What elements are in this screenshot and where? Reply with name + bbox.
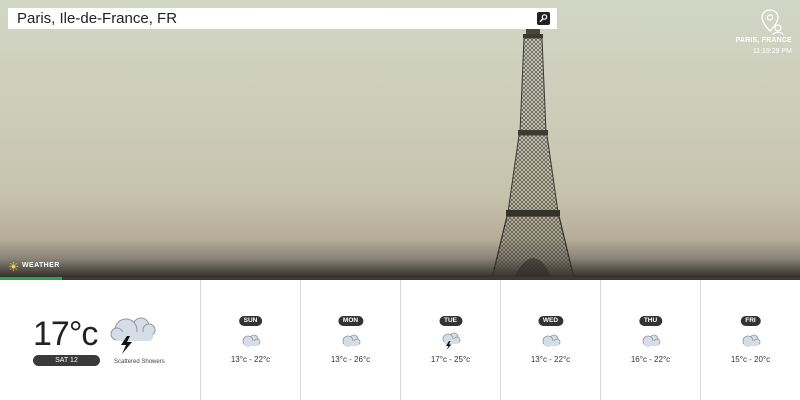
location-pin-icon[interactable] <box>760 8 784 36</box>
location-time: 11:19:29 PM <box>752 48 792 55</box>
forecast-day-sun: SUN 13°c - 22°c <box>200 280 300 400</box>
thunder-cloud-icon <box>110 317 156 354</box>
temperature-range: 16°c - 22°c <box>630 355 671 364</box>
location-city: PARIS, FRANCE <box>735 37 792 44</box>
temperature-range: 13°c - 22°c <box>530 355 571 364</box>
forecast-panel: 17°c SAT 12 Scattered Showers SUN 13°c - … <box>0 280 800 400</box>
thunder-cloud-icon <box>442 332 460 350</box>
current-temperature: 17°c <box>33 315 98 353</box>
day-label: TUE <box>439 316 462 326</box>
cloud-icon <box>642 334 660 347</box>
cloud-icon <box>342 334 360 347</box>
temperature-range: 15°c - 20°c <box>730 355 771 364</box>
cloud-icon <box>242 334 260 347</box>
current-condition: Scattered Showers <box>114 359 165 365</box>
cloud-icon <box>542 334 560 347</box>
current-date-badge: SAT 12 <box>33 355 100 366</box>
eiffel-tower-image <box>492 12 574 278</box>
background-photo: Paris, Ile-de-France, FR PARIS, FRANCE 1… <box>0 0 800 278</box>
temperature-range: 17°c - 25°c <box>430 355 471 364</box>
forecast-day-mon: MON 13°c - 26°c <box>300 280 400 400</box>
day-label: WED <box>537 316 564 326</box>
day-label: FRI <box>740 316 761 326</box>
today-card: 17°c SAT 12 Scattered Showers <box>0 280 200 400</box>
day-label: THU <box>638 316 663 326</box>
cloud-icon <box>742 334 760 347</box>
sun-icon <box>9 262 18 271</box>
forecast-day-wed: WED 13°c - 22°c <box>500 280 600 400</box>
forecast-day-fri: FRI 15°c - 20°c <box>700 280 800 400</box>
forecast-day-tue: TUE 17°c - 25°c <box>400 280 500 400</box>
forecast-day-thu: THU 16°c - 22°c <box>600 280 700 400</box>
section-label: WEATHER <box>9 262 60 271</box>
search-button-icon[interactable] <box>537 12 550 25</box>
temperature-range: 13°c - 22°c <box>230 355 271 364</box>
search-bar[interactable]: Paris, Ile-de-France, FR <box>8 8 557 29</box>
section-label-text: WEATHER <box>22 262 60 269</box>
day-label: SUN <box>238 316 263 326</box>
temperature-range: 13°c - 26°c <box>330 355 371 364</box>
day-label: MON <box>337 316 364 326</box>
search-input-value[interactable]: Paris, Ile-de-France, FR <box>17 10 177 27</box>
